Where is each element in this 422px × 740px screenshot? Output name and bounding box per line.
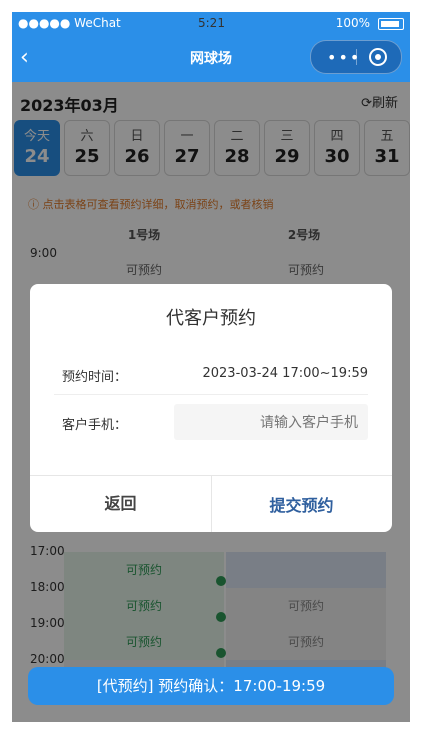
nav-bar: ‹ 网球场 ••• [12, 34, 410, 82]
phone-input[interactable] [174, 404, 368, 440]
battery-icon [378, 18, 404, 30]
dialog-actions: 返回 提交预约 [30, 475, 392, 532]
battery-percent: 100% [335, 16, 370, 30]
app-frame: ●●●●● WeChat 5:21 100% ‹ 网球场 ••• 2023年03… [12, 12, 410, 722]
status-time: 5:21 [198, 16, 225, 30]
booking-time-row: 预约时间： 2023-03-24 17:00~19:59 [54, 354, 368, 395]
dialog-title: 代客户预约 [166, 308, 256, 329]
booking-time-label: 预约时间： [62, 370, 128, 385]
phone-label: 客户手机： [62, 418, 128, 433]
carrier-signal: ●●●●● WeChat [18, 16, 121, 30]
booking-time-value: 2023-03-24 17:00~19:59 [202, 366, 368, 381]
miniprogram-capsule: ••• [310, 40, 402, 74]
status-bar: ●●●●● WeChat 5:21 100% [12, 12, 410, 34]
submit-booking-button[interactable]: 提交预约 [211, 476, 392, 532]
phone-row: 客户手机： [54, 404, 368, 442]
back-button[interactable]: 返回 [30, 476, 212, 532]
capsule-divider [356, 49, 357, 65]
close-target-icon[interactable] [369, 48, 387, 66]
booking-dialog: 代客户预约 预约时间： 2023-03-24 17:00~19:59 客户手机：… [30, 284, 392, 532]
booking-confirm-bar[interactable]: [代预约] 预约确认：17:00-19:59 [28, 667, 394, 705]
